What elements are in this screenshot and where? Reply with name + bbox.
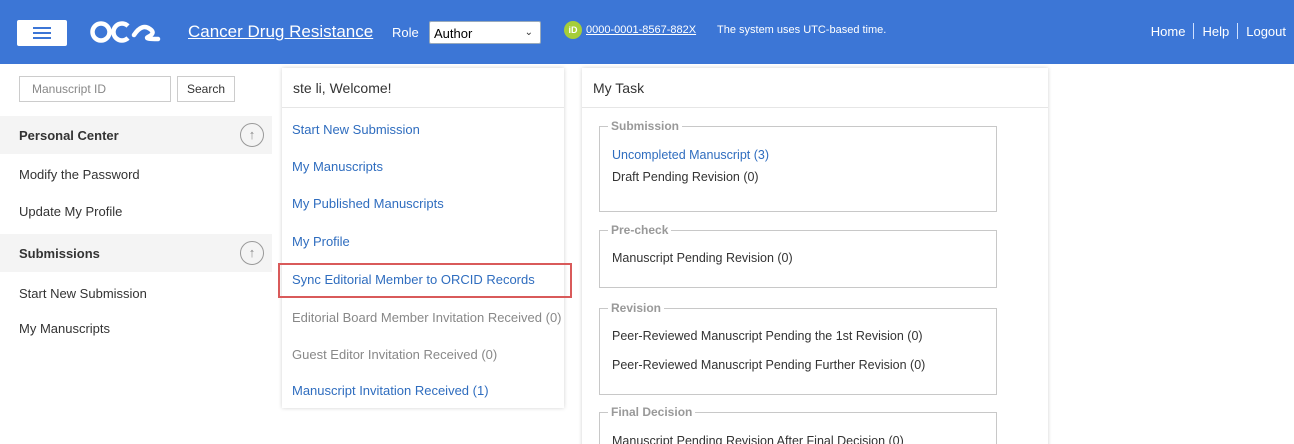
- top-bar: Cancer Drug Resistance Role Author ⌄ iD …: [0, 0, 1294, 64]
- guest-editor-invitation-item: Guest Editor Invitation Received (0): [292, 347, 498, 362]
- link-my-manuscripts[interactable]: My Manuscripts: [292, 159, 383, 174]
- sidebar-item-update-profile[interactable]: Update My Profile: [19, 204, 122, 219]
- task-further-revision: Peer-Reviewed Manuscript Pending Further…: [612, 358, 926, 372]
- time-note: The system uses UTC-based time.: [717, 24, 887, 36]
- collapse-up-icon[interactable]: ↑: [240, 241, 264, 265]
- orcid-icon: iD: [564, 21, 582, 39]
- nav-divider: [1193, 23, 1195, 39]
- task-title: My Task: [582, 68, 1048, 108]
- group-legend: Revision: [608, 301, 665, 315]
- oae-logo[interactable]: [90, 21, 166, 43]
- role-select-value: Author: [434, 26, 473, 41]
- nav-logout[interactable]: Logout: [1246, 24, 1286, 39]
- section-personal-center[interactable]: Personal Center ↑: [0, 116, 272, 154]
- section-title: Submissions: [19, 246, 100, 261]
- link-start-submission[interactable]: Start New Submission: [292, 122, 420, 137]
- group-legend: Submission: [608, 119, 683, 133]
- group-legend: Final Decision: [608, 405, 696, 419]
- sidebar-item-start-submission[interactable]: Start New Submission: [19, 286, 147, 301]
- chevron-down-icon: ⌄: [524, 27, 533, 38]
- orcid-link[interactable]: 0000-0001-8567-882X: [586, 24, 696, 36]
- nav-home[interactable]: Home: [1151, 24, 1186, 39]
- editorial-invitation-item: Editorial Board Member Invitation Receiv…: [292, 310, 562, 325]
- group-precheck: Pre-check Manuscript Pending Revision (0…: [599, 223, 997, 288]
- group-revision: Revision Peer-Reviewed Manuscript Pendin…: [599, 301, 997, 395]
- task-uncompleted[interactable]: Uncompleted Manuscript (3): [612, 148, 769, 162]
- task-draft-pending: Draft Pending Revision (0): [612, 170, 759, 184]
- task-final-decision: Manuscript Pending Revision After Final …: [612, 434, 904, 444]
- journal-link[interactable]: Cancer Drug Resistance: [188, 22, 373, 42]
- highlight-box: [278, 263, 572, 298]
- sidebar-item-modify-password[interactable]: Modify the Password: [19, 167, 140, 182]
- link-my-profile[interactable]: My Profile: [292, 234, 350, 249]
- task-precheck-pending: Manuscript Pending Revision (0): [612, 251, 793, 265]
- search-button[interactable]: Search: [177, 76, 235, 102]
- group-final-decision: Final Decision Manuscript Pending Revisi…: [599, 405, 997, 444]
- link-manuscript-invitation[interactable]: Manuscript Invitation Received (1): [292, 383, 489, 398]
- group-legend: Pre-check: [608, 223, 672, 237]
- welcome-title: ste li, Welcome!: [282, 68, 564, 108]
- section-title: Personal Center: [19, 128, 119, 143]
- role-select[interactable]: Author ⌄: [429, 21, 541, 44]
- menu-icon[interactable]: [17, 20, 67, 46]
- task-panel: My Task Submission Uncompleted Manuscrip…: [582, 68, 1048, 444]
- task-first-revision: Peer-Reviewed Manuscript Pending the 1st…: [612, 329, 923, 343]
- sidebar-item-my-manuscripts[interactable]: My Manuscripts: [19, 321, 110, 336]
- role-label: Role: [392, 25, 419, 40]
- top-nav: Home Help Logout: [1151, 23, 1286, 39]
- welcome-panel: ste li, Welcome! Start New Submission My…: [282, 68, 564, 408]
- nav-help[interactable]: Help: [1202, 24, 1229, 39]
- link-published-manuscripts[interactable]: My Published Manuscripts: [292, 196, 444, 211]
- nav-divider: [1237, 23, 1239, 39]
- collapse-up-icon[interactable]: ↑: [240, 123, 264, 147]
- section-submissions[interactable]: Submissions ↑: [0, 234, 272, 272]
- manuscript-id-input[interactable]: Manuscript ID: [19, 76, 171, 102]
- group-submission: Submission Uncompleted Manuscript (3) Dr…: [599, 119, 997, 212]
